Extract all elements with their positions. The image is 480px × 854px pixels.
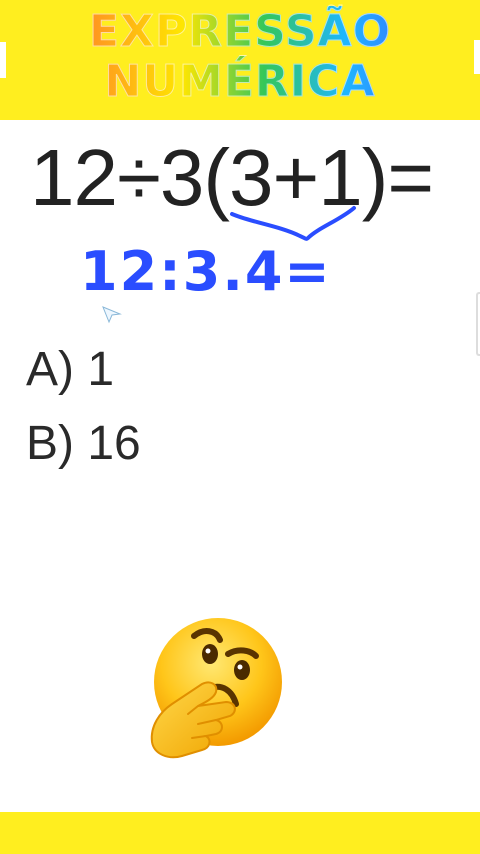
- option-b[interactable]: B) 16: [26, 416, 141, 471]
- thinking-face-icon: [150, 618, 282, 759]
- brace-underline-icon: [230, 206, 356, 241]
- side-panel-handle[interactable]: [476, 292, 480, 356]
- footer-banner: [0, 812, 480, 854]
- option-a[interactable]: A) 1: [26, 342, 114, 397]
- handwritten-step: 12:3.4=: [80, 240, 332, 303]
- cursor-arrow-icon: [102, 306, 122, 324]
- page: EXPRESSÃO NUMÉRICA 12÷3(3+1)= 12:3.4= A)…: [0, 0, 480, 854]
